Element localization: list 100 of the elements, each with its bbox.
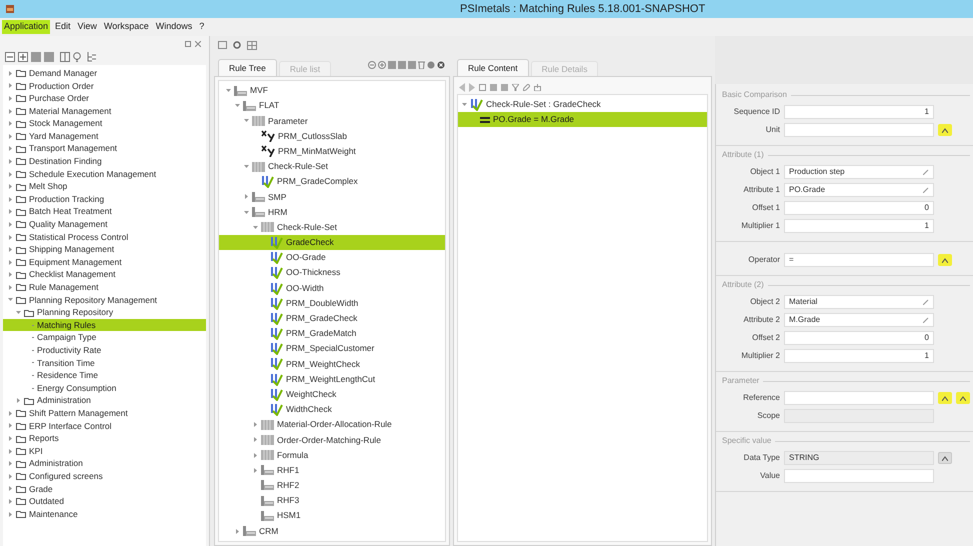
tree-item[interactable]: Administration bbox=[3, 457, 206, 470]
export-icon[interactable] bbox=[534, 84, 541, 90]
expand-arrow-icon[interactable] bbox=[8, 234, 12, 240]
tree-item[interactable]: HSM1 bbox=[219, 508, 445, 524]
input-field[interactable]: 0 bbox=[784, 200, 934, 214]
input-field[interactable]: 1 bbox=[784, 348, 934, 362]
tree-item[interactable]: Productivity Rate bbox=[3, 344, 206, 357]
tree-item[interactable]: OO-Grade bbox=[219, 250, 445, 266]
tree-item[interactable]: Statistical Process Control bbox=[3, 230, 206, 244]
input-field[interactable]: 1 bbox=[784, 104, 934, 118]
tree-item[interactable]: Grade bbox=[3, 482, 206, 496]
tree-item[interactable]: Energy Consumption bbox=[3, 382, 206, 394]
forward-icon[interactable] bbox=[469, 82, 475, 92]
expand-arrow-icon[interactable] bbox=[252, 437, 258, 442]
clear-button[interactable] bbox=[956, 392, 970, 404]
tree-item[interactable]: Configured screens bbox=[3, 470, 206, 483]
pencil-icon[interactable] bbox=[923, 168, 929, 174]
tree-item[interactable]: Material-Order-Allocation-Rule bbox=[219, 417, 445, 432]
back-icon[interactable] bbox=[459, 82, 465, 92]
tree-item[interactable]: ERP Interface Control bbox=[3, 420, 206, 432]
columns-icon[interactable] bbox=[60, 52, 70, 62]
menu-item[interactable]: Workspace bbox=[102, 20, 151, 34]
expand-icon[interactable] bbox=[18, 52, 28, 62]
pencil-icon[interactable] bbox=[923, 316, 929, 322]
collapse-arrow-icon[interactable] bbox=[462, 102, 466, 107]
tree-item[interactable]: Planning Repository Management bbox=[3, 294, 206, 306]
expand-arrow-icon[interactable] bbox=[8, 184, 12, 190]
tree-item[interactable]: Stock Management bbox=[3, 117, 206, 130]
input-field[interactable] bbox=[784, 122, 934, 136]
collapse-arrow-icon[interactable] bbox=[226, 88, 230, 94]
plus-icon[interactable] bbox=[378, 61, 386, 69]
tree-item[interactable]: Outdated bbox=[3, 495, 206, 508]
expand-arrow-icon[interactable] bbox=[8, 222, 12, 227]
pencil-icon[interactable] bbox=[923, 298, 929, 304]
pencil-icon[interactable] bbox=[523, 84, 530, 90]
input-field[interactable]: PO.Grade bbox=[784, 182, 934, 196]
tree-item[interactable]: PRM_GradeCheck bbox=[219, 310, 445, 326]
tree-item[interactable]: RHF2 bbox=[219, 478, 445, 494]
tree-item[interactable]: OO-Width bbox=[219, 280, 445, 296]
tree-item[interactable]: GradeCheck bbox=[219, 234, 445, 250]
grid-icon[interactable] bbox=[247, 40, 257, 50]
tree-item[interactable]: Checklist Management bbox=[3, 268, 206, 282]
expand-arrow-icon[interactable] bbox=[8, 284, 12, 290]
expand-arrow-icon[interactable] bbox=[8, 512, 12, 517]
expand-arrow-icon[interactable] bbox=[16, 398, 20, 404]
dropdown-button[interactable] bbox=[938, 124, 952, 136]
close-icon[interactable] bbox=[437, 61, 445, 69]
input-field[interactable]: M.Grade bbox=[784, 312, 934, 326]
expand-arrow-icon[interactable] bbox=[8, 247, 12, 252]
minus-icon[interactable] bbox=[368, 61, 376, 69]
tree-item[interactable]: Order-Order-Matching-Rule bbox=[219, 432, 445, 448]
input-field[interactable]: Production step bbox=[784, 164, 934, 178]
expand-arrow-icon[interactable] bbox=[8, 436, 12, 442]
tree-item[interactable]: Quality Management bbox=[3, 218, 206, 231]
input-field[interactable]: STRING bbox=[784, 450, 934, 464]
square-icon[interactable] bbox=[501, 84, 508, 90]
tree-item[interactable]: PRM_SpecialCustomer bbox=[219, 341, 445, 356]
expand-arrow-icon[interactable] bbox=[244, 194, 248, 200]
tree-item[interactable]: Destination Finding bbox=[3, 155, 206, 168]
expand-arrow-icon[interactable] bbox=[8, 461, 12, 466]
collapse-arrow-icon[interactable] bbox=[244, 118, 248, 124]
menu-item[interactable]: Application bbox=[2, 20, 50, 34]
expand-arrow-icon[interactable] bbox=[8, 146, 12, 152]
tree-item[interactable]: Administration bbox=[3, 394, 206, 408]
close-icon[interactable] bbox=[195, 41, 201, 47]
expand-arrow-icon[interactable] bbox=[8, 423, 12, 428]
expand-arrow-icon[interactable] bbox=[252, 452, 258, 458]
tree-item[interactable]: Shift Pattern Management bbox=[3, 407, 206, 420]
tree-item[interactable]: PRM_GradeMatch bbox=[219, 326, 445, 342]
tree-item[interactable]: PRM_DoubleWidth bbox=[219, 296, 445, 311]
input-field[interactable] bbox=[784, 468, 934, 482]
tree-item[interactable]: Purchase Order bbox=[3, 92, 206, 105]
tab[interactable]: Rule Content bbox=[457, 59, 529, 76]
tree-item[interactable]: Rule Management bbox=[3, 281, 206, 294]
expand-arrow-icon[interactable] bbox=[8, 498, 12, 504]
tree-item[interactable]: Production Order bbox=[3, 80, 206, 92]
tree-item[interactable]: RHF3 bbox=[219, 493, 445, 508]
expand-arrow-icon[interactable] bbox=[8, 272, 12, 278]
expand-arrow-icon[interactable] bbox=[8, 158, 12, 164]
expand-arrow-icon[interactable] bbox=[8, 260, 12, 265]
tree-item[interactable]: Check-Rule-Set bbox=[219, 220, 445, 235]
browse-button[interactable] bbox=[938, 392, 952, 404]
tree-item[interactable]: PRM_CutlossSlab bbox=[219, 128, 445, 144]
tree-item[interactable]: HRM bbox=[219, 204, 445, 220]
expand-arrow-icon[interactable] bbox=[8, 96, 12, 101]
collapse-arrow-icon[interactable] bbox=[234, 103, 240, 108]
tree-item[interactable]: SMP bbox=[219, 189, 445, 204]
tree-item[interactable]: Residence Time bbox=[3, 369, 206, 382]
tree-item[interactable]: Yard Management bbox=[3, 130, 206, 143]
expand-arrow-icon[interactable] bbox=[8, 209, 12, 214]
collapse-arrow-icon[interactable] bbox=[244, 164, 248, 170]
expand-arrow-icon[interactable] bbox=[252, 468, 258, 473]
tree-item[interactable]: PRM_MinMatWeight bbox=[219, 144, 445, 159]
expand-arrow-icon[interactable] bbox=[252, 422, 258, 428]
expand-arrow-icon[interactable] bbox=[8, 172, 12, 177]
tree-item[interactable]: WeightCheck bbox=[219, 386, 445, 402]
tree-item[interactable]: Maintenance bbox=[3, 508, 206, 520]
expand-arrow-icon[interactable] bbox=[8, 134, 12, 139]
collapse-arrow-icon[interactable] bbox=[252, 224, 258, 230]
collapse-icon[interactable] bbox=[5, 52, 15, 62]
